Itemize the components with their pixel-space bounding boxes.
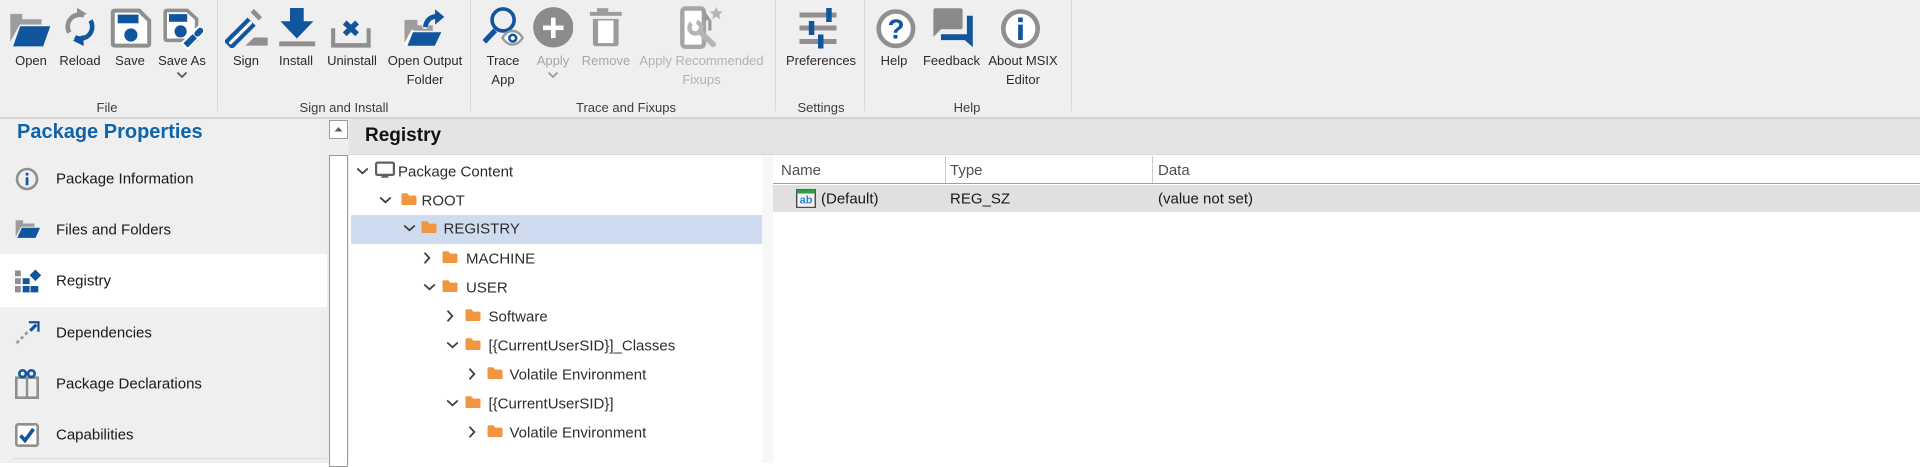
svg-text:?: ? bbox=[887, 14, 904, 45]
svg-text:ab: ab bbox=[800, 195, 813, 207]
